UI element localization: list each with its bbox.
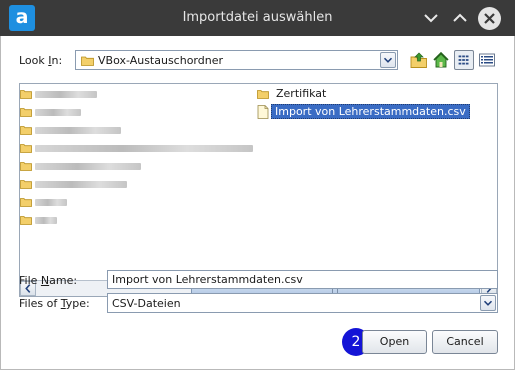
look-in-dropdown[interactable]: VBox-Austauschordner [75, 50, 398, 70]
list-item[interactable] [20, 140, 260, 157]
folder-icon [257, 90, 269, 99]
list-view-icon[interactable] [454, 50, 474, 70]
blurred-folder-name [35, 163, 141, 170]
list-item[interactable]: Zertifikat [257, 86, 477, 103]
home-icon[interactable] [431, 50, 451, 70]
blurred-folder-name [35, 145, 253, 152]
list-item[interactable] [20, 122, 240, 139]
close-icon[interactable] [478, 7, 501, 30]
blurred-folder-name [35, 199, 67, 206]
blurred-folder-name [35, 217, 57, 224]
maximize-icon[interactable] [449, 7, 471, 29]
files-of-type-label: Files of Type: [19, 297, 90, 310]
title-bar: a Importdatei auswählen [0, 0, 515, 36]
list-item[interactable] [20, 86, 240, 103]
list-item[interactable] [20, 158, 240, 175]
folder-icon [20, 216, 32, 225]
file-name: Import von Lehrerstammdaten.csv [271, 104, 470, 119]
files-of-type-dropdown[interactable]: CSV-Dateien [107, 293, 498, 313]
file-icon [257, 105, 269, 119]
folder-icon [20, 108, 32, 117]
folder-icon [20, 162, 32, 171]
look-in-value: VBox-Austauschordner [98, 54, 224, 67]
blurred-folder-name [35, 91, 97, 98]
file-name-input[interactable] [108, 271, 497, 288]
blurred-folder-name [35, 127, 121, 134]
folder-icon [20, 180, 32, 189]
folder-icon [20, 90, 32, 99]
file-list[interactable]: Zertifikat Import von Lehrerstammdaten.c… [19, 83, 498, 297]
list-item[interactable] [20, 212, 240, 229]
blurred-folder-name [35, 109, 81, 116]
list-item[interactable] [20, 194, 240, 211]
look-in-label: Look In: [19, 54, 63, 67]
open-button[interactable]: Open [362, 330, 427, 354]
folder-icon [20, 198, 32, 207]
blurred-folder-name [35, 181, 127, 188]
chevron-down-icon[interactable] [480, 295, 496, 311]
file-name-field[interactable] [107, 270, 498, 289]
details-view-icon[interactable] [477, 50, 497, 70]
folder-icon [20, 144, 32, 153]
cancel-button[interactable]: Cancel [432, 330, 498, 354]
folder-icon [81, 56, 94, 66]
up-folder-icon[interactable] [409, 50, 429, 70]
minimize-icon[interactable] [420, 7, 442, 29]
folder-icon [20, 126, 32, 135]
chevron-down-icon[interactable] [380, 52, 396, 68]
list-item[interactable]: Import von Lehrerstammdaten.csv [257, 104, 487, 121]
folder-name: Zertifikat [276, 87, 327, 100]
file-chooser-dialog: Look In: VBox-Austauschordner Zertifikat… [0, 36, 515, 370]
file-name-label: File Name: [19, 274, 78, 287]
files-of-type-value: CSV-Dateien [112, 297, 181, 310]
list-item[interactable] [20, 104, 240, 121]
list-item[interactable] [20, 176, 240, 193]
